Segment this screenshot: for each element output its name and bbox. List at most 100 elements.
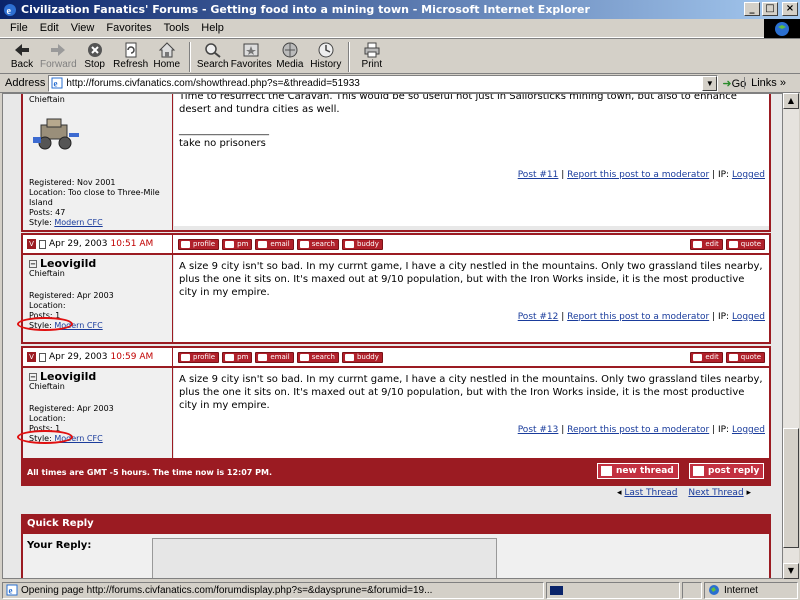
profile-button[interactable]: profile (178, 238, 220, 250)
username-text: Leovigild (40, 257, 97, 270)
edit-button[interactable]: edit (690, 238, 723, 250)
history-label: History (310, 59, 342, 70)
profile-button[interactable]: profile (178, 351, 220, 363)
page-viewport: Chieftain Registered: Nov 2001 Location:… (2, 93, 783, 579)
menu-view[interactable]: View (65, 22, 101, 34)
media-label: Media (276, 59, 304, 70)
forward-button[interactable]: Forward (40, 41, 77, 70)
collapse-icon[interactable]: − (29, 260, 37, 268)
vertical-scrollbar[interactable]: ▲ ▼ (783, 93, 799, 579)
scroll-down-button[interactable]: ▼ (783, 563, 799, 579)
report-post-link[interactable]: Report this post to a moderator (567, 425, 709, 435)
menu-tools[interactable]: Tools (158, 22, 196, 34)
minimize-button[interactable]: _ (744, 2, 760, 16)
address-input[interactable]: e http://forums.civfanatics.com/showthre… (48, 74, 719, 92)
post-text: Time to resurrect the Caravan. This woul… (179, 93, 737, 115)
post-page-icon (39, 352, 46, 362)
post-number-link[interactable]: Post #11 (518, 170, 559, 180)
pm-button[interactable]: pm (222, 351, 253, 363)
quote-button[interactable]: quote (725, 238, 765, 250)
last-thread-link[interactable]: Last Thread (624, 488, 677, 498)
quick-reply: Quick Reply Your Reply: (21, 514, 771, 578)
print-label: Print (361, 59, 383, 70)
search-button[interactable]: Search (195, 41, 231, 70)
edit-button[interactable]: edit (690, 351, 723, 363)
new-thread-button[interactable]: new thread (597, 463, 679, 479)
user-location: Location: (29, 301, 66, 310)
pm-button[interactable]: pm (222, 238, 253, 250)
post-number-link[interactable]: Post #13 (518, 425, 559, 435)
post-status-icon: V (27, 352, 36, 362)
links-button[interactable]: Links » (744, 77, 786, 89)
toolbar-separator (188, 42, 191, 72)
quick-reply-title: Quick Reply (23, 514, 769, 534)
buddy-button[interactable]: buddy (341, 351, 383, 363)
scroll-thumb[interactable] (783, 428, 799, 548)
post-reply-label: post reply (708, 466, 760, 476)
username-text: Leovigild (40, 370, 97, 383)
ip-logged-link[interactable]: Logged (732, 312, 765, 322)
home-button[interactable]: Home (149, 41, 185, 70)
buddy-button[interactable]: buddy (341, 238, 383, 250)
email-button[interactable]: email (255, 351, 294, 363)
history-button[interactable]: History (308, 41, 344, 70)
back-arrow-icon (15, 44, 29, 56)
new-thread-label: new thread (616, 466, 674, 476)
maximize-button[interactable]: □ (762, 2, 778, 16)
home-icon (158, 42, 175, 58)
post-12-header: V Apr 29, 2003 10:51 AM profile pm email… (21, 233, 771, 255)
post-11-userpane: Chieftain Registered: Nov 2001 Location:… (23, 94, 173, 230)
post-13-message: A size 9 city isn't so bad. In my currnt… (174, 368, 769, 458)
favorites-button[interactable]: Favorites (231, 41, 272, 70)
search-posts-button[interactable]: search (296, 351, 339, 363)
home-label: Home (153, 59, 181, 70)
post-number-link[interactable]: Post #12 (518, 312, 559, 322)
menu-file[interactable]: File (4, 22, 34, 34)
user-rank: Chieftain (29, 95, 65, 104)
scroll-up-button[interactable]: ▲ (783, 93, 799, 109)
style-link[interactable]: Modern CFC (54, 218, 102, 227)
username[interactable]: − Leovigild (29, 370, 166, 383)
zone-text: Internet (724, 584, 758, 596)
ip-label: IP: (717, 170, 730, 180)
reply-textarea[interactable] (152, 538, 497, 578)
back-button[interactable]: Back (4, 41, 40, 70)
ip-logged-link[interactable]: Logged (732, 170, 765, 180)
post-status-icon: V (27, 239, 36, 249)
media-button[interactable]: Media (272, 41, 308, 70)
refresh-label: Refresh (113, 59, 149, 70)
ie-logo-icon: e (4, 3, 16, 17)
menu-edit[interactable]: Edit (34, 22, 65, 34)
go-button[interactable]: ➜Go (722, 77, 746, 90)
post-text: A size 9 city isn't so bad. In my currnt… (179, 261, 763, 298)
post-13-links: Post #13 | Report this post to a moderat… (517, 425, 765, 435)
next-thread-link[interactable]: Next Thread (688, 488, 743, 498)
status-bar: e Opening page http://forums.civfanatics… (0, 580, 800, 600)
svg-text:e: e (54, 79, 58, 89)
username[interactable]: − Leovigild (29, 257, 166, 270)
ip-logged-link[interactable]: Logged (732, 425, 765, 435)
stop-button[interactable]: Stop (77, 41, 113, 70)
favorites-icon (243, 43, 259, 57)
email-button[interactable]: email (255, 238, 294, 250)
globe-icon (709, 585, 719, 595)
address-dropdown-button[interactable]: ▼ (702, 75, 718, 91)
close-button[interactable]: × (782, 2, 798, 16)
print-button[interactable]: Print (354, 41, 390, 70)
chevron-right-icon: ▸ (746, 488, 752, 498)
quote-button[interactable]: quote (725, 351, 765, 363)
progress-fill (550, 585, 563, 595)
menu-help[interactable]: Help (195, 22, 230, 34)
stop-label: Stop (84, 59, 105, 70)
report-post-link[interactable]: Report this post to a moderator (567, 312, 709, 322)
menu-favorites[interactable]: Favorites (100, 22, 157, 34)
back-label: Back (10, 59, 34, 70)
refresh-button[interactable]: Refresh (113, 41, 149, 70)
svg-text:e: e (9, 586, 13, 596)
report-post-link[interactable]: Report this post to a moderator (567, 170, 709, 180)
collapse-icon[interactable]: − (29, 373, 37, 381)
post-page-icon (39, 239, 46, 249)
post-13-userpane: − Leovigild Chieftain Registered: Apr 200… (17, 368, 173, 458)
search-posts-button[interactable]: search (296, 238, 339, 250)
post-reply-button[interactable]: post reply (689, 463, 765, 479)
